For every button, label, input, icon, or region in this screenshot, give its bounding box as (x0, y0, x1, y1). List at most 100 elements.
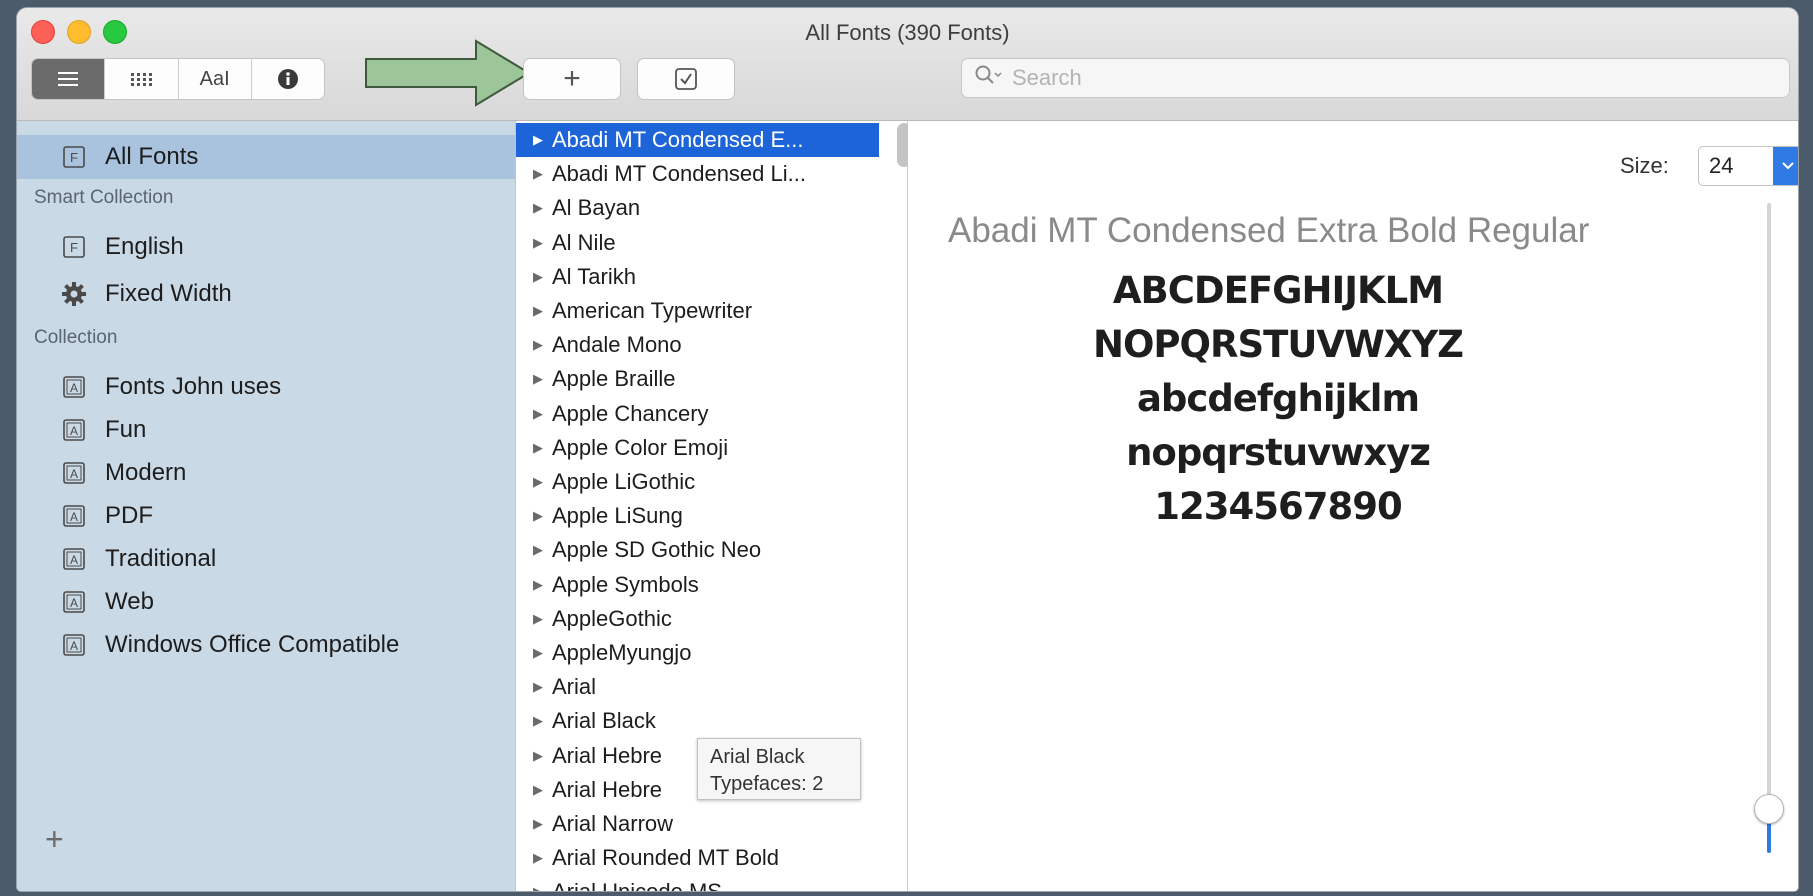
disclosure-triangle-icon[interactable]: ▶ (533, 713, 543, 729)
sidebar-item-fun[interactable]: A Fun (17, 408, 515, 452)
svg-text:A: A (70, 553, 78, 567)
gear-icon (61, 281, 87, 307)
font-family-name: Arial Hebre (552, 776, 663, 802)
sidebar-item-windows-office-compatible[interactable]: A Windows Office Compatible (17, 623, 515, 667)
disclosure-triangle-icon[interactable]: ▶ (533, 542, 543, 558)
font-list-item[interactable]: ▶ Arial Unicode MS (516, 875, 879, 891)
sample-line: NOPQRSTUVWXYZ (1092, 323, 1464, 366)
disclosure-triangle-icon[interactable]: ▶ (533, 611, 543, 627)
sidebar-item-web[interactable]: A Web (17, 580, 515, 624)
font-list-item[interactable]: ▶ Arial Rounded MT Bold (516, 841, 879, 875)
disclosure-triangle-icon[interactable]: ▶ (533, 303, 543, 319)
size-slider-knob[interactable] (1754, 794, 1784, 824)
font-library-icon: F (61, 234, 87, 260)
disclosure-triangle-icon[interactable]: ▶ (533, 816, 543, 832)
font-list-item[interactable]: ▶ Apple Braille (516, 362, 879, 396)
sidebar-item-label: Fun (105, 416, 147, 443)
font-family-name: Apple Braille (552, 366, 676, 392)
font-list-item[interactable]: ▶ Apple Color Emoji (516, 431, 879, 465)
sidebar-item-english[interactable]: F English (17, 225, 515, 269)
disclosure-triangle-icon[interactable]: ▶ (533, 577, 543, 593)
svg-text:F: F (70, 150, 78, 165)
disclosure-triangle-icon[interactable]: ▶ (533, 337, 543, 353)
custom-view-button[interactable]: AaI (179, 59, 252, 99)
font-list-item[interactable]: ▶ Arial Narrow (516, 807, 879, 841)
info-view-button[interactable] (252, 59, 324, 99)
size-slider-track[interactable] (1767, 203, 1771, 853)
font-list-item[interactable]: ▶ Apple Symbols (516, 568, 879, 602)
disclosure-triangle-icon[interactable]: ▶ (533, 645, 543, 661)
font-family-name: Apple LiSung (552, 503, 683, 529)
sidebar-item-modern[interactable]: A Modern (17, 451, 515, 495)
disclosure-triangle-icon[interactable]: ▶ (533, 200, 543, 216)
size-select[interactable]: 24 (1698, 146, 1798, 186)
disclosure-triangle-icon[interactable]: ▶ (533, 884, 543, 891)
validate-fonts-button[interactable] (637, 58, 735, 100)
disclosure-triangle-icon[interactable]: ▶ (533, 474, 543, 490)
sidebar-item-fonts-john-uses[interactable]: A Fonts John uses (17, 365, 515, 409)
search-field[interactable] (961, 58, 1790, 98)
search-input[interactable] (1010, 64, 1734, 92)
font-list-item[interactable]: ▶ Apple LiSung (516, 499, 879, 533)
font-list-item[interactable]: ▶ Al Bayan (516, 191, 879, 225)
disclosure-triangle-icon[interactable]: ▶ (533, 679, 543, 695)
disclosure-triangle-icon[interactable]: ▶ (533, 166, 543, 182)
font-family-name: Arial Hebre (552, 742, 663, 768)
disclosure-triangle-icon[interactable]: ▶ (533, 508, 543, 524)
add-fonts-button[interactable]: + (523, 58, 621, 100)
font-family-name: Apple Chancery (552, 400, 709, 426)
font-family-name: Arial (552, 674, 597, 700)
font-list-item[interactable]: ▶ Apple Chancery (516, 397, 879, 431)
add-collection-button[interactable]: + (45, 821, 64, 858)
sidebar-item-label: Traditional (105, 545, 217, 572)
tooltip-font-name: Arial Black (710, 746, 805, 768)
search-icon (974, 64, 1002, 92)
smart-collection-header: Smart Collection (34, 187, 174, 208)
font-list-item[interactable]: ▶ Al Nile (516, 226, 879, 260)
disclosure-triangle-icon[interactable]: ▶ (533, 440, 543, 456)
size-label: Size: (1620, 153, 1669, 178)
svg-text:A: A (70, 424, 78, 438)
font-list-item[interactable]: ▶ Al Tarikh (516, 260, 879, 294)
font-list-item[interactable]: ▶ Arial Black (516, 704, 879, 738)
font-list-item[interactable]: ▶ AppleGothic (516, 602, 879, 636)
grid-view-button[interactable] (105, 59, 179, 99)
font-list-item[interactable]: ▶ Apple LiGothic (516, 465, 879, 499)
font-list-item[interactable]: ▶ Andale Mono (516, 328, 879, 362)
sidebar-item-label: Web (105, 588, 154, 615)
font-list-item[interactable]: ▶ Arial (516, 670, 879, 704)
font-list-item[interactable]: ▶ Abadi MT Condensed E... (516, 123, 879, 157)
disclosure-triangle-icon[interactable]: ▶ (533, 850, 543, 866)
sample-line: 1234567890 (1154, 485, 1402, 528)
disclosure-triangle-icon[interactable]: ▶ (533, 782, 543, 798)
font-family-name: Apple LiGothic (552, 469, 696, 494)
disclosure-triangle-icon[interactable]: ▶ (533, 371, 543, 387)
checkbox-icon (675, 68, 697, 90)
disclosure-triangle-icon[interactable]: ▶ (533, 748, 543, 764)
sidebar-item-label: Fixed Width (105, 280, 232, 307)
sample-view-button[interactable] (32, 59, 106, 99)
collection-icon: A (61, 503, 87, 529)
font-list-item[interactable]: ▶ American Typewriter (516, 294, 879, 328)
font-family-name: AppleMyungjo (552, 640, 692, 665)
sidebar-item-fixed-width[interactable]: Fixed Width (17, 272, 515, 316)
disclosure-triangle-icon[interactable]: ▶ (533, 269, 543, 285)
svg-text:A: A (70, 381, 78, 395)
font-family-name: Arial Narrow (552, 811, 674, 836)
font-list-item[interactable]: ▶ Apple SD Gothic Neo (516, 533, 879, 567)
sidebar-item-traditional[interactable]: A Traditional (17, 537, 515, 581)
font-preview-pane: Size: 24 Abadi MT Condensed Extra Bold R… (908, 121, 1798, 891)
chevron-down-icon[interactable] (1773, 147, 1798, 185)
font-family-name: Arial Rounded MT Bold (552, 845, 780, 871)
sidebar-item-pdf[interactable]: A PDF (17, 494, 515, 538)
preview-font-name: Abadi MT Condensed Extra Bold Regular (948, 211, 1590, 250)
font-list-item[interactable]: ▶ Abadi MT Condensed Li... (516, 157, 879, 191)
font-list-item[interactable]: ▶ AppleMyungjo (516, 636, 879, 670)
sidebar-item-label: Fonts John uses (105, 373, 282, 400)
disclosure-triangle-icon[interactable]: ▶ (533, 406, 543, 422)
window-title: All Fonts (390 Fonts) (805, 20, 1010, 45)
disclosure-triangle-icon[interactable]: ▶ (533, 132, 543, 148)
sidebar-item-all-fonts[interactable]: F All Fonts (17, 135, 515, 179)
disclosure-triangle-icon[interactable]: ▶ (533, 235, 543, 251)
font-family-name: Apple Color Emoji (552, 434, 729, 460)
